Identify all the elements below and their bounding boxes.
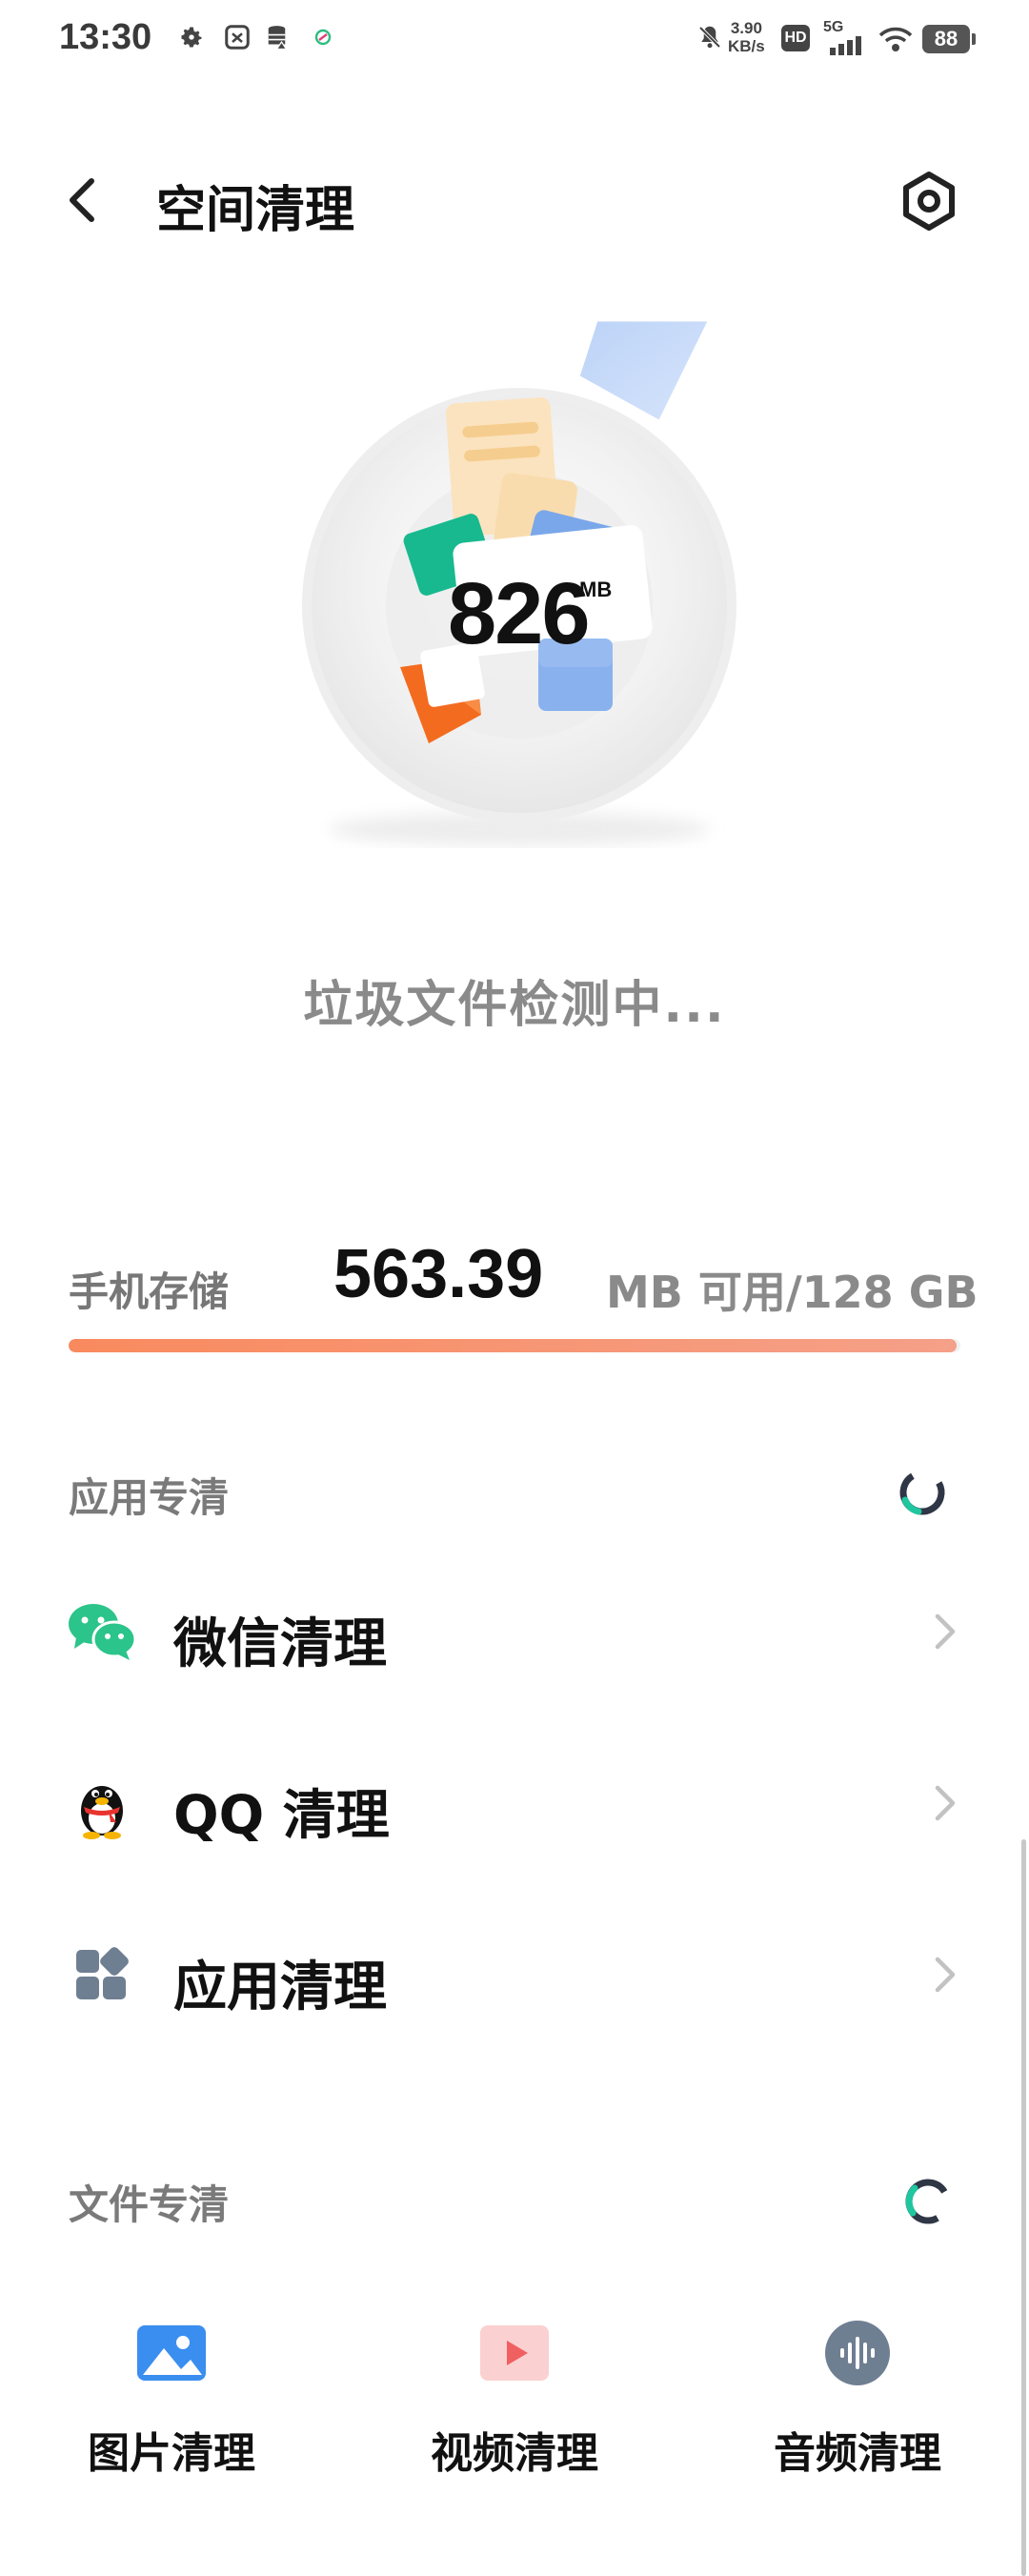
app-clean-label: 应用清理 xyxy=(173,1957,387,2018)
screenshot-icon xyxy=(221,21,253,53)
chevron-right-icon xyxy=(932,1782,958,1824)
qq-penguin-icon xyxy=(67,1773,137,1839)
image-icon xyxy=(133,2320,210,2386)
storage-available-value: 563.39 xyxy=(333,1236,544,1312)
image-clean-label: 图片清理 xyxy=(88,2429,255,2478)
storage-usage-fill xyxy=(69,1339,958,1352)
audio-wave-icon xyxy=(819,2320,896,2386)
audio-clean-label: 音频清理 xyxy=(774,2429,941,2478)
chevron-left-icon xyxy=(70,178,94,222)
image-clean-tile[interactable]: 图片清理 xyxy=(29,2306,314,2497)
video-clean-label: 视频清理 xyxy=(431,2429,598,2478)
settings-gear-icon xyxy=(175,21,208,53)
qq-clean-row[interactable]: QQ 清理 xyxy=(0,1734,1029,1868)
status-time: 13:30 xyxy=(59,17,152,57)
video-play-icon xyxy=(476,2320,553,2386)
back-button[interactable] xyxy=(57,170,114,231)
audio-clean-tile[interactable]: 音频清理 xyxy=(715,2306,1000,2497)
vpn-icon xyxy=(307,21,339,53)
storage-total-text: MB 可用/128 GB xyxy=(606,1267,979,1318)
scan-status-text: 垃圾文件检测中... xyxy=(303,977,726,1034)
network-speed-unit: KB/s xyxy=(728,37,765,55)
wechat-icon xyxy=(67,1601,137,1662)
scrollbar[interactable] xyxy=(1021,1839,1026,2576)
storage-icon xyxy=(263,21,295,53)
settings-button[interactable] xyxy=(896,168,962,234)
hexagon-settings-icon xyxy=(903,172,955,231)
loading-spinner-icon xyxy=(896,1466,949,1519)
wechat-clean-row[interactable]: 微信清理 xyxy=(0,1563,1029,1696)
page-title: 空间清理 xyxy=(156,182,355,239)
hd-badge: HD xyxy=(781,25,810,51)
network-speed-value: 3.90 xyxy=(730,19,762,37)
app-clean-row[interactable]: 应用清理 xyxy=(0,1906,1029,2039)
network-speed: 3.90 KB/s xyxy=(728,19,765,55)
scan-size-unit: MB xyxy=(579,578,613,601)
chevron-right-icon xyxy=(932,1611,958,1653)
battery-indicator: 88 xyxy=(922,25,976,53)
chevron-right-icon xyxy=(932,1954,958,1996)
qq-clean-label: QQ 清理 xyxy=(173,1785,390,1847)
apps-grid-icon xyxy=(67,1944,137,2005)
wifi-icon xyxy=(877,23,915,55)
wechat-clean-label: 微信清理 xyxy=(173,1613,387,1675)
mute-icon xyxy=(694,21,726,53)
video-clean-tile[interactable]: 视频清理 xyxy=(372,2306,657,2497)
storage-usage-bar xyxy=(69,1339,960,1352)
signal-icon xyxy=(827,34,865,57)
file-section-title: 文件专清 xyxy=(69,2181,230,2228)
loading-spinner-icon xyxy=(901,2175,955,2228)
storage-label: 手机存储 xyxy=(69,1268,230,1315)
app-section-title: 应用专清 xyxy=(69,1474,230,1521)
status-bar: 13:30 3.90 KB/s HD 5G 88 xyxy=(0,0,1029,86)
scan-size-value: 826 xyxy=(448,565,590,662)
